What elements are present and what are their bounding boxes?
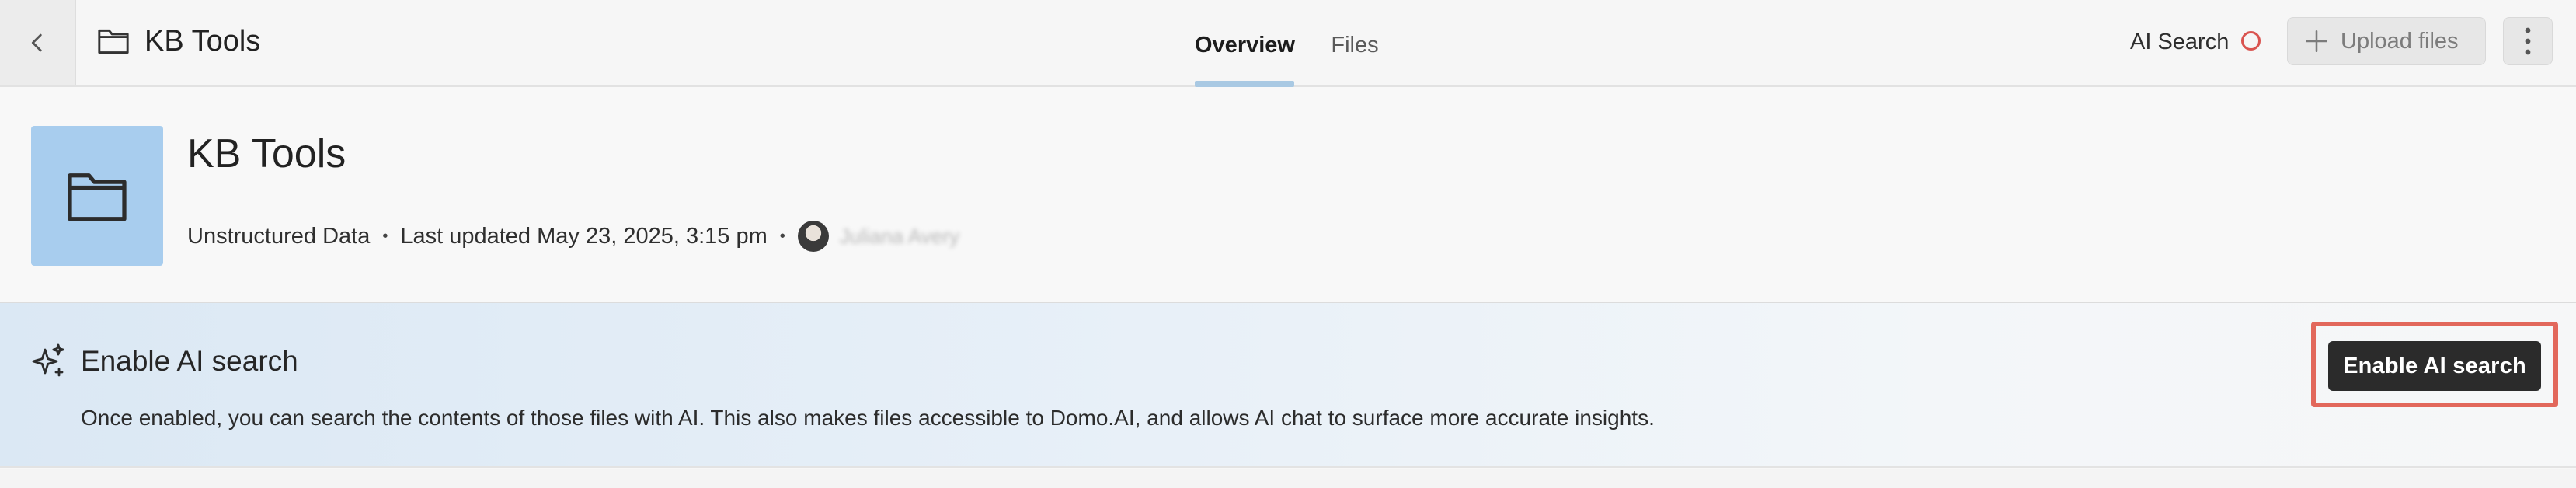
avatar[interactable] (797, 221, 829, 252)
content-area (0, 469, 2576, 488)
data-type-label: Unstructured Data (187, 223, 371, 249)
enable-ai-search-banner: Enable AI search Once enabled, you can s… (0, 303, 2576, 468)
ai-search-status-icon (2241, 31, 2261, 51)
top-bar: KB Tools Overview Files AI Search Upload… (0, 0, 2576, 87)
upload-files-button[interactable]: Upload files (2287, 17, 2486, 65)
last-updated-text: Last updated May 23, 2025, 3:15 pm (400, 223, 768, 249)
more-vertical-icon (2525, 27, 2531, 55)
more-options-button[interactable] (2503, 17, 2553, 65)
owner-name[interactable]: Juliana Avery (840, 225, 959, 249)
separator: • (382, 227, 388, 245)
folder-info-section: KB Tools Unstructured Data • Last update… (0, 87, 2576, 303)
separator: • (779, 227, 785, 245)
upload-files-label: Upload files (2341, 28, 2459, 54)
plus-icon (2305, 30, 2328, 53)
folder-icon (96, 26, 131, 57)
back-button[interactable] (0, 0, 76, 85)
folder-tile (31, 126, 163, 266)
active-tab-indicator (1195, 81, 1294, 87)
tab-files[interactable]: Files (1330, 28, 1380, 87)
banner-title: Enable AI search (81, 345, 298, 377)
metadata-row: Unstructured Data • Last updated May 23,… (187, 211, 959, 261)
banner-description: Once enabled, you can search the content… (81, 406, 1655, 430)
tab-overview[interactable]: Overview (1195, 28, 1295, 87)
sparkle-icon (30, 342, 67, 381)
ai-search-label: AI Search (2130, 30, 2230, 54)
chevron-left-icon (31, 33, 42, 52)
header-title: KB Tools (144, 25, 261, 58)
enable-ai-search-button[interactable]: Enable AI search (2328, 341, 2541, 391)
folder-icon (68, 173, 127, 221)
page-title: KB Tools (187, 131, 346, 176)
